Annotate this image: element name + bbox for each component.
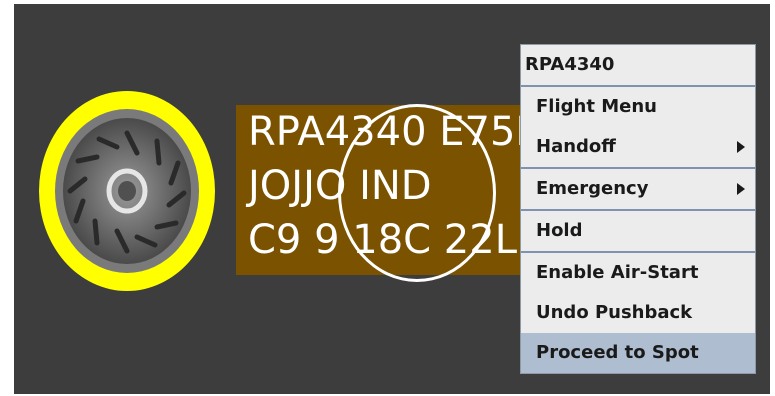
menu-item-enable-air-start[interactable]: Enable Air-Start: [521, 253, 755, 293]
menu-item-hold[interactable]: Hold: [521, 211, 755, 251]
menu-item-label: Flight Menu: [536, 96, 657, 117]
menu-item-label: Proceed to Spot: [536, 342, 699, 363]
flight-context-menu[interactable]: RPA4340 Flight Menu Handoff Emergency Ho…: [520, 44, 756, 374]
menu-item-label: Hold: [536, 220, 583, 241]
menu-item-handoff[interactable]: Handoff: [521, 127, 755, 167]
spinner-center: [118, 181, 136, 201]
aircraft-engine-icon[interactable]: [33, 85, 221, 297]
menu-item-label: Undo Pushback: [536, 302, 693, 323]
menu-item-label: Handoff: [536, 136, 616, 157]
range-ring-icon: [338, 104, 496, 282]
menu-item-flight-menu[interactable]: Flight Menu: [521, 87, 755, 127]
menu-item-emergency[interactable]: Emergency: [521, 169, 755, 209]
menu-item-label: Enable Air-Start: [536, 262, 699, 283]
menu-header-callsign: RPA4340: [521, 45, 755, 87]
menu-item-proceed-to-spot[interactable]: Proceed to Spot: [521, 333, 755, 373]
submenu-arrow-icon: [737, 141, 745, 153]
menu-item-label: Emergency: [536, 178, 649, 199]
menu-item-undo-pushback[interactable]: Undo Pushback: [521, 293, 755, 333]
submenu-arrow-icon: [737, 183, 745, 195]
